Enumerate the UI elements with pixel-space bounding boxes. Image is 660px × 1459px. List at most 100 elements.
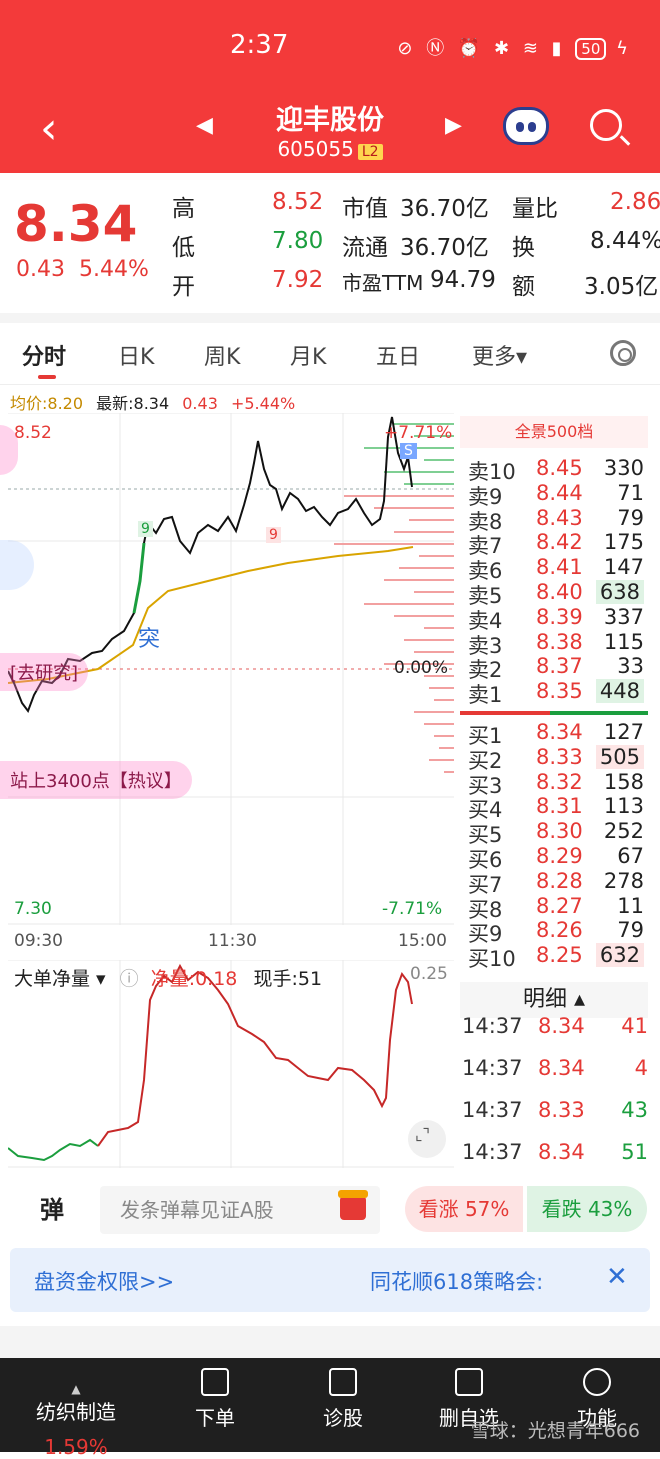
- trade-time: 14:37: [462, 1140, 523, 1164]
- signal-9-red[interactable]: 9: [266, 527, 281, 543]
- sell-level-row[interactable]: 卖2 8.37 33: [468, 654, 648, 682]
- sell-level-row[interactable]: 卖7 8.42 175: [468, 530, 648, 558]
- sell-level-row[interactable]: 卖8 8.43 79: [468, 505, 648, 534]
- depth-bar: [414, 711, 454, 713]
- intraday-chart[interactable]: 8.52 7.30 +7.71% 0.00% -7.71% S 9 9 突 [去…: [0, 412, 454, 925]
- volratio-label: 量比: [512, 196, 558, 222]
- buy-level-row[interactable]: 买7 8.28 278: [468, 869, 648, 897]
- change-percent: 5.44%: [78, 257, 149, 282]
- sell-level-price: 8.44: [536, 480, 583, 505]
- trade-detail-header[interactable]: 明细 ▴: [460, 982, 648, 1018]
- depth-bar: [429, 759, 454, 761]
- breakout-marker[interactable]: 突: [138, 621, 160, 653]
- tab-weekly-k[interactable]: 周K: [204, 339, 240, 371]
- tab-daily-k[interactable]: 日K: [118, 339, 154, 371]
- buy-level-row[interactable]: 买5 8.30 252: [468, 819, 648, 847]
- buy-level-row[interactable]: 买9 8.26 79: [468, 918, 648, 946]
- sell-level-row[interactable]: 卖10 8.45 330: [468, 456, 648, 484]
- hot-topic-bubble[interactable]: 站上3400点【热议】: [0, 761, 192, 799]
- stock-code-line: 605055 L2: [0, 137, 660, 161]
- latest-price-legend: 最新:8.34: [96, 394, 170, 413]
- buy-level-price: 8.31: [536, 794, 583, 819]
- buy-level-row[interactable]: 买6 8.29 67: [468, 844, 648, 872]
- danmu-toggle-icon[interactable]: 弹: [40, 1190, 64, 1225]
- tab-five-day[interactable]: 五日: [376, 339, 420, 371]
- amount-value: 3.05亿: [584, 274, 659, 300]
- banner-left-text[interactable]: 盘资金权限>>: [34, 1266, 174, 1296]
- buy-level-row[interactable]: 买4 8.31 113: [468, 794, 648, 822]
- buy-level-price: 8.32: [536, 769, 583, 794]
- order-label: 下单: [195, 1406, 235, 1430]
- net-flow-chart[interactable]: [7, 959, 454, 1168]
- status-icons: ⊘ Ⓝ ⏰ ✱ ≋ ▮ 50 ϟ: [397, 38, 632, 60]
- sell-level-row[interactable]: 卖4 8.39 337: [468, 604, 648, 633]
- next-stock-icon[interactable]: ▶: [445, 113, 462, 138]
- sell-level-label: 卖1: [468, 683, 503, 708]
- order-button[interactable]: 下单: [160, 1368, 270, 1431]
- chart-legend: 均价:8.20 最新:8.34 0.43 +5.44%: [10, 390, 303, 414]
- status-bar: 2:37 ⊘ Ⓝ ⏰ ✱ ≋ ▮ 50 ϟ: [0, 0, 660, 95]
- signal-9-green[interactable]: 9: [138, 521, 153, 537]
- sell-level-row[interactable]: 卖9 8.44 71: [468, 480, 648, 509]
- order-book-title[interactable]: 全景500档: [460, 416, 648, 448]
- buy-level-row[interactable]: 买1 8.34 127: [468, 720, 648, 748]
- sell-level-volume: 337: [603, 604, 644, 629]
- diagnose-button[interactable]: 诊股: [288, 1368, 398, 1431]
- sell-level-volume: 330: [603, 456, 644, 480]
- sell-signal-marker[interactable]: S: [400, 443, 417, 459]
- buy-level-row[interactable]: 买3 8.32 158: [468, 769, 648, 798]
- flow-indicator-select[interactable]: 大单净量 ▾: [14, 968, 106, 990]
- sell-level-row[interactable]: 卖3 8.38 115: [468, 629, 648, 658]
- change-value: 0.43: [16, 257, 65, 282]
- search-icon[interactable]: [590, 109, 622, 141]
- buy-level-row[interactable]: 买8 8.27 11: [468, 893, 648, 922]
- industry-change: 1.59%: [44, 1435, 108, 1459]
- settings-icon[interactable]: [610, 340, 636, 366]
- buy-level-volume: 158: [603, 769, 644, 794]
- tab-monthly-k[interactable]: 月K: [290, 339, 326, 371]
- level2-badge[interactable]: L2: [357, 144, 383, 160]
- sell-level-row[interactable]: 卖5 8.40 638: [468, 580, 648, 608]
- turnover-label: 换: [512, 235, 535, 261]
- gift-icon[interactable]: [338, 1190, 368, 1220]
- tab-intraday[interactable]: 分时: [22, 339, 66, 371]
- robot-assistant-icon[interactable]: [503, 107, 549, 145]
- sell-level-volume: 79: [617, 505, 644, 530]
- buy-level-label: 买10: [468, 947, 516, 972]
- buy-level-volume: 79: [617, 918, 644, 943]
- sell-level-row[interactable]: 卖6 8.41 147: [468, 555, 648, 583]
- trade-price: 8.33: [538, 1098, 585, 1122]
- depth-bar: [399, 567, 454, 569]
- turnover-value: 8.44%: [590, 228, 660, 254]
- research-bubble[interactable]: [去研究]: [0, 653, 89, 691]
- trade-price: 8.34: [538, 1140, 585, 1164]
- industry-name: 纺织制造: [36, 1400, 116, 1424]
- buy-level-price: 8.34: [536, 720, 583, 744]
- vote-bearish-button[interactable]: 看跌 43%: [527, 1186, 647, 1232]
- remove-watchlist-icon: [455, 1368, 483, 1396]
- close-icon[interactable]: ✕: [606, 1262, 628, 1292]
- buy-level-volume: 252: [603, 819, 644, 844]
- battery-icon: 50: [575, 38, 607, 60]
- banner-right-text[interactable]: 同花顺618策略会:: [370, 1266, 543, 1296]
- buy-level-price: 8.27: [536, 893, 583, 918]
- promo-banner[interactable]: 盘资金权限>> 同花顺618策略会: ✕: [10, 1248, 650, 1312]
- status-time: 2:37: [230, 30, 289, 60]
- depth-bar: [414, 591, 454, 593]
- tab-more[interactable]: 更多▾: [472, 339, 527, 371]
- pe-label: 市盈TTM: [342, 271, 424, 295]
- buy-level-volume: 127: [603, 720, 644, 744]
- percent-legend: +5.44%: [230, 394, 296, 413]
- y-axis-top-pct: +7.71%: [384, 423, 453, 443]
- fullscreen-icon[interactable]: [408, 1120, 446, 1158]
- info-icon[interactable]: ⓘ: [120, 968, 139, 990]
- industry-sector[interactable]: ▲ 纺织制造 1.59%: [14, 1382, 138, 1459]
- vote-bullish-button[interactable]: 看涨 57%: [405, 1186, 523, 1232]
- trade-volume: 41: [621, 1014, 648, 1038]
- sell-level-volume: 115: [603, 629, 644, 654]
- buy-level-row[interactable]: 买10 8.25 632: [468, 943, 648, 971]
- buy-level-row[interactable]: 买2 8.33 505: [468, 744, 648, 773]
- depth-bar: [414, 651, 454, 653]
- sell-level-row[interactable]: 卖1 8.35 448: [468, 679, 648, 707]
- avg-price-legend: 均价:8.20: [10, 394, 84, 413]
